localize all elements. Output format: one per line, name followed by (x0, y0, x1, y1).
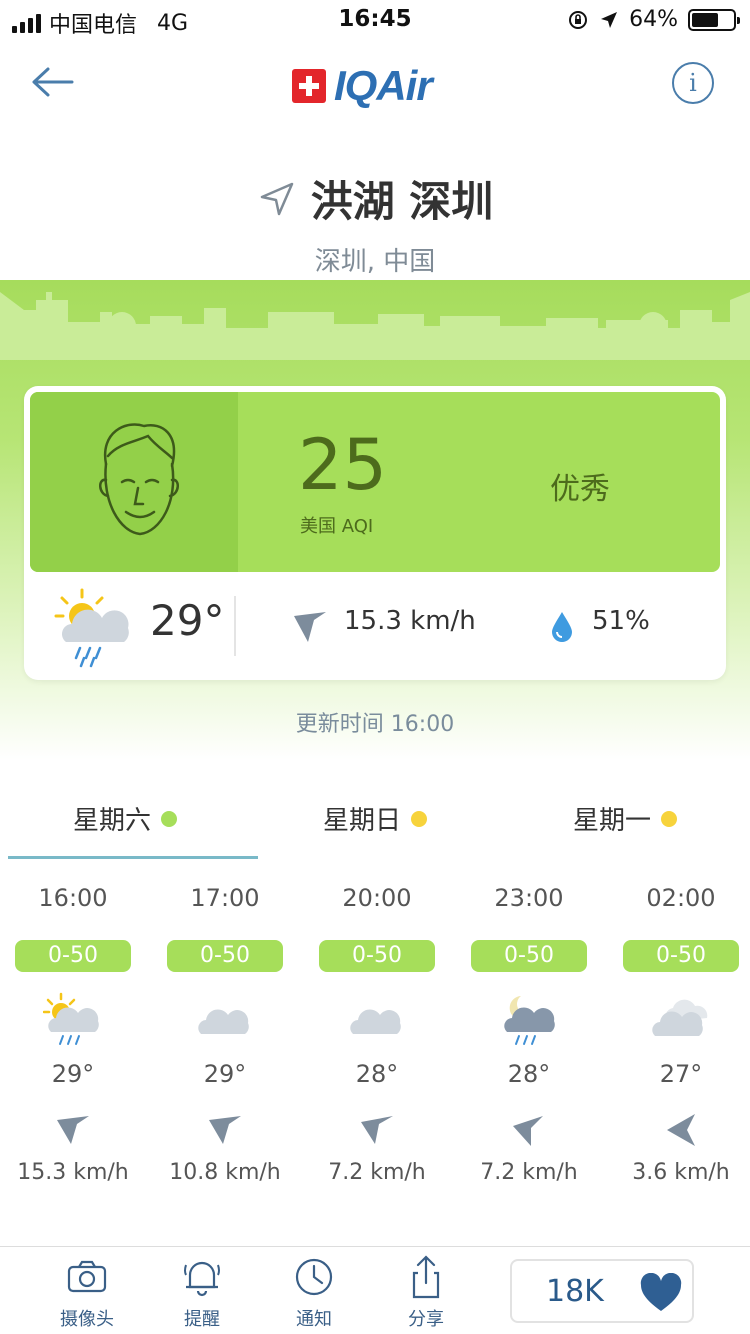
hour-temperature: 29° (203, 1060, 247, 1088)
aqi-range-badge: 0-50 (471, 940, 587, 972)
clock-icon (295, 1258, 333, 1296)
aqi-scale-label: 美国 AQI (300, 516, 374, 537)
current-wind-speed: 15.3 km/h (344, 606, 476, 636)
sun-cloud-rain-icon (54, 588, 129, 668)
hourly-forecast: 16:00 0-50 29° 15.3 km/h 17:00 0-50 29° … (0, 884, 750, 1214)
aqi-range-badge: 0-50 (623, 940, 739, 972)
nav-label: 摄像头 (60, 1309, 114, 1330)
hourly-item: 23:00 0-50 28° 7.2 km/h (453, 884, 605, 1185)
hour-time: 16:00 (38, 884, 108, 912)
current-temperature: 29° (150, 596, 225, 645)
clouds-icon (652, 999, 708, 1036)
hourly-item: 16:00 0-50 29° 15.3 km/h (0, 884, 149, 1185)
location-name: 洪湖 深圳 (310, 177, 494, 226)
hour-temperature: 28° (355, 1060, 399, 1088)
aqi-range-badge: 0-50 (167, 940, 283, 972)
location-region: 深圳, 中国 (314, 247, 436, 277)
humidity-drop-icon (552, 612, 572, 642)
hourly-item: 20:00 0-50 28° 7.2 km/h (301, 884, 453, 1185)
happy-face-icon (99, 423, 179, 536)
tab-label: 星期一 (572, 806, 651, 836)
like-button[interactable]: 18K (510, 1259, 694, 1323)
wind-direction-icon (361, 1116, 393, 1144)
camera-icon (67, 1260, 107, 1293)
status-bar: 中国电信 4G 16:45 64% (0, 0, 750, 40)
info-button[interactable]: i (672, 62, 714, 104)
swiss-cross-icon (292, 69, 326, 103)
hour-wind-speed: 3.6 km/h (632, 1160, 730, 1185)
tab-saturday[interactable]: 星期六 (0, 800, 250, 862)
nav-camera[interactable]: 摄像头 (42, 1255, 132, 1331)
city-skyline-illustration (0, 292, 750, 360)
iqair-logo: IQAir (292, 62, 433, 110)
nav-alerts[interactable]: 提醒 (157, 1255, 247, 1331)
active-tab-indicator (8, 856, 258, 859)
location-arrow-icon (601, 11, 618, 28)
cloud-icon (350, 1009, 401, 1034)
hour-wind-speed: 15.3 km/h (17, 1160, 129, 1185)
wind-direction-icon (209, 1116, 241, 1144)
location-pointer-icon (260, 182, 293, 215)
hour-time: 02:00 (646, 884, 716, 912)
back-arrow-icon[interactable] (30, 62, 76, 102)
last-updated: 更新时间 16:00 (295, 712, 455, 737)
hourly-item: 02:00 0-50 27° 3.6 km/h (605, 884, 750, 1185)
heart-icon (640, 1273, 682, 1311)
tab-monday[interactable]: 星期一 (500, 800, 750, 862)
cloud-icon (198, 1009, 249, 1034)
nav-notifications[interactable]: 通知 (269, 1255, 359, 1331)
aqi-range-badge: 0-50 (319, 940, 435, 972)
aqi-range-badge: 0-50 (15, 940, 131, 972)
divider (234, 596, 236, 656)
hour-time: 17:00 (190, 884, 260, 912)
aqi-dot (661, 811, 677, 827)
hour-time: 20:00 (342, 884, 412, 912)
tab-sunday[interactable]: 星期日 (250, 800, 500, 862)
tab-label: 星期日 (322, 806, 401, 836)
bottom-nav: 摄像头 提醒 通知 分享 18K (0, 1246, 750, 1334)
wind-direction-icon (667, 1114, 695, 1146)
hour-wind-speed: 7.2 km/h (480, 1160, 578, 1185)
brand-name: IQAir (334, 62, 433, 109)
screen: 中国电信 4G 16:45 64% IQAir i 洪湖 深圳 深圳, 中国 2… (0, 0, 750, 1334)
moon-cloud-rain-icon (504, 996, 555, 1045)
battery-icon (688, 8, 740, 31)
hour-temperature: 27° (659, 1060, 703, 1088)
hour-wind-speed: 10.8 km/h (169, 1160, 281, 1185)
nav-label: 提醒 (184, 1309, 220, 1330)
aqi-dot (411, 811, 427, 827)
hour-time: 23:00 (494, 884, 564, 912)
current-humidity: 51% (592, 606, 650, 636)
aqi-face-panel (30, 392, 238, 572)
hour-wind-speed: 7.2 km/h (328, 1160, 426, 1185)
nav-label: 通知 (296, 1309, 332, 1330)
hourly-item: 17:00 0-50 29° 10.8 km/h (149, 884, 301, 1185)
tab-label: 星期六 (72, 806, 151, 836)
bell-icon (184, 1261, 220, 1297)
hour-temperature: 28° (507, 1060, 551, 1088)
day-tabs: 星期六 星期日 星期一 (0, 800, 750, 862)
location-header: 洪湖 深圳 深圳, 中国 (0, 168, 750, 278)
aqi-dot (161, 811, 177, 827)
share-icon (412, 1255, 440, 1299)
aqi-level: 优秀 (550, 472, 610, 507)
aqi-value: 25 (298, 424, 388, 506)
current-weather: 29° 15.3 km/h 51% (24, 582, 726, 672)
battery-percent: 64% (629, 7, 678, 32)
aqi-card[interactable]: 25 美国 AQI 优秀 29° 15.3 km/h 51% (24, 386, 726, 680)
wind-direction-icon (294, 612, 326, 642)
wind-direction-icon (57, 1116, 89, 1144)
hour-temperature: 29° (51, 1060, 95, 1088)
nav-label: 分享 (408, 1309, 444, 1330)
sun-cloud-rain-icon (42, 992, 99, 1045)
like-count: 18K (546, 1274, 604, 1309)
wind-direction-icon (513, 1116, 543, 1146)
rotation-lock-icon (569, 10, 588, 29)
aqi-panel: 25 美国 AQI 优秀 (30, 392, 720, 572)
nav-share[interactable]: 分享 (381, 1255, 471, 1331)
